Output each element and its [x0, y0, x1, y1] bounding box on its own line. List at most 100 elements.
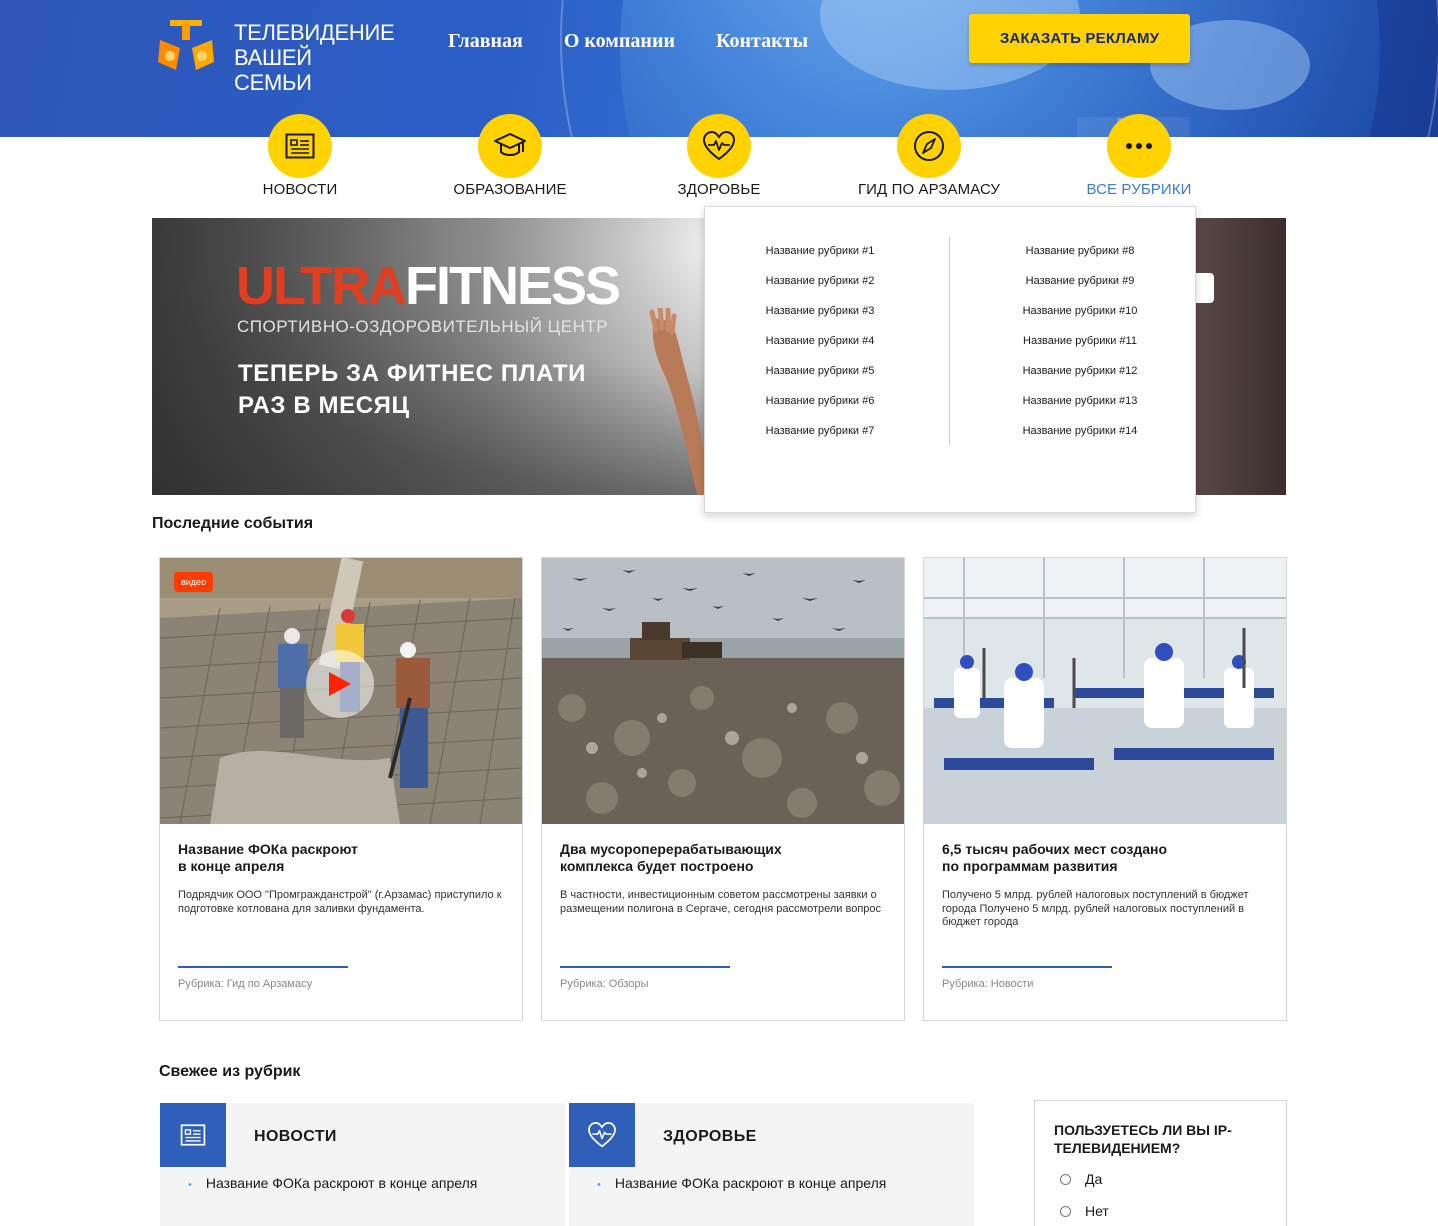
banner-edge	[1192, 218, 1286, 495]
dropdown-item[interactable]: Название рубрики #11	[980, 333, 1180, 363]
category-education[interactable]: ОБРАЗОВАНИЕ	[410, 114, 610, 198]
card-divider	[178, 966, 348, 968]
card-category[interactable]: Рубрика: Обзоры	[560, 978, 648, 990]
latest-section-title: Последние события	[152, 515, 314, 532]
dropdown-item[interactable]: Название рубрики #9	[980, 273, 1180, 303]
dropdown-item[interactable]: Название рубрики #6	[720, 393, 920, 423]
category-all-circle	[1107, 114, 1171, 178]
category-health-circle	[687, 114, 751, 178]
dropdown-item[interactable]: Название рубрики #4	[720, 333, 920, 363]
landfill-photo	[542, 558, 904, 824]
dropdown-item[interactable]: Название рубрики #2	[720, 273, 920, 303]
banner-subtitle: СПОРТИВНО-ОЗДОРОВИТЕЛЬНЫЙ ЦЕНТР	[237, 317, 609, 336]
fresh-block-news: НОВОСТИ Название ФОКа раскроют в конце а…	[160, 1103, 565, 1226]
all-categories-dropdown: Название рубрики #1 Название рубрики #2 …	[704, 206, 1196, 513]
category-label: ГИД ПО АРЗАМАСУ	[857, 181, 1001, 198]
compass-icon	[914, 131, 944, 161]
dropdown-item[interactable]: Название рубрики #12	[980, 363, 1180, 393]
play-button[interactable]	[306, 650, 374, 718]
card-category[interactable]: Рубрика: Гид по Арзамасу	[178, 978, 312, 990]
card-title-line: комплекса будет построено	[560, 858, 754, 874]
card-image-factory[interactable]	[924, 558, 1286, 824]
poll-widget: ПОЛЬЗУЕТЕСЬ ЛИ ВЫ IP-ТЕЛЕВИДЕНИЕМ? Да Не…	[1034, 1100, 1287, 1226]
card-excerpt: В частности, инвестиционным советом расс…	[560, 889, 882, 915]
card-excerpt: Подрядчик ООО "Промгражданстрой" (г.Арза…	[178, 889, 502, 915]
category-health[interactable]: ЗДОРОВЬЕ	[619, 114, 819, 198]
category-label: НОВОСТИ	[262, 181, 338, 198]
news-card[interactable]: 6,5 тысяч рабочих мест создано по програ…	[923, 557, 1287, 1021]
dropdown-divider	[949, 237, 950, 445]
poll-option-label: Нет	[1085, 1203, 1109, 1219]
fresh-health-icon-box	[569, 1103, 635, 1167]
nav-about[interactable]: О компании	[564, 30, 675, 53]
dropdown-column-2: Название рубрики #8 Название рубрики #9 …	[980, 243, 1180, 453]
site-logo[interactable]: ТЕЛЕВИДЕНИЕ ВАШЕЙ СЕМЬИ	[156, 14, 395, 95]
order-ad-button[interactable]: ЗАКАЗАТЬ РЕКЛАМУ	[969, 14, 1190, 63]
poll-option-yes[interactable]: Да	[1060, 1171, 1102, 1187]
dropdown-item[interactable]: Название рубрики #3	[720, 303, 920, 333]
heart-pulse-icon	[588, 1122, 616, 1148]
newspaper-icon	[180, 1124, 206, 1146]
fresh-section-title: Свежее из рубрик	[159, 1063, 301, 1080]
banner-brand: ULTRAFITNESS	[236, 256, 621, 316]
more-dots-icon	[1126, 143, 1152, 149]
radio-button[interactable]	[1060, 1205, 1071, 1217]
category-label: ЗДОРОВЬЕ	[677, 181, 761, 198]
radio-button[interactable]	[1060, 1173, 1071, 1185]
card-divider	[560, 966, 730, 968]
fresh-news-icon-box	[160, 1103, 226, 1167]
fresh-block-title[interactable]: ЗДОРОВЬЕ	[663, 1128, 757, 1146]
dropdown-column-1: Название рубрики #1 Название рубрики #2 …	[720, 243, 920, 453]
heart-pulse-icon	[702, 131, 736, 161]
main-nav: Главная О компании Контакты	[448, 30, 808, 53]
poll-option-label: Да	[1085, 1171, 1103, 1187]
dropdown-item[interactable]: Название рубрики #1	[720, 243, 920, 273]
fresh-list-item[interactable]: Название ФОКа раскроют в конце апреля	[188, 1175, 477, 1191]
logo-line-1: ТЕЛЕВИДЕНИЕ	[234, 20, 395, 45]
fresh-block-title[interactable]: НОВОСТИ	[254, 1128, 337, 1146]
card-title[interactable]: Два мусороперерабатывающих комплекса буд…	[560, 841, 890, 875]
dropdown-item[interactable]: Название рубрики #10	[980, 303, 1180, 333]
poll-option-no[interactable]: Нет	[1060, 1203, 1109, 1219]
poll-question: ПОЛЬЗУЕТЕСЬ ЛИ ВЫ IP-ТЕЛЕВИДЕНИЕМ?	[1054, 1122, 1232, 1156]
video-badge: видео	[174, 572, 214, 592]
news-card[interactable]: Два мусороперерабатывающих комплекса буд…	[541, 557, 905, 1021]
graduation-cap-icon	[494, 133, 526, 156]
fresh-list-item[interactable]: Название ФОКа раскроют в конце апреля	[597, 1175, 886, 1191]
nav-contacts[interactable]: Контакты	[716, 30, 808, 53]
banner-promo-line-2: РАЗ В МЕСЯЦ	[238, 392, 410, 419]
dropdown-item[interactable]: Название рубрики #8	[980, 243, 1180, 273]
category-news[interactable]: НОВОСТИ	[200, 114, 400, 198]
dropdown-item[interactable]: Название рубрики #5	[720, 363, 920, 393]
play-icon	[329, 672, 351, 696]
banner-brand-fitness: FITNESS	[404, 256, 621, 316]
card-category[interactable]: Рубрика: Новости	[942, 978, 1033, 990]
logo-tv-icon	[158, 20, 214, 70]
fresh-block-health: ЗДОРОВЬЕ Название ФОКа раскроют в конце …	[569, 1103, 974, 1226]
category-label: ОБРАЗОВАНИЕ	[453, 181, 567, 198]
dropdown-item[interactable]: Название рубрики #7	[720, 423, 920, 453]
nav-home[interactable]: Главная	[448, 30, 523, 53]
card-title-line: Название ФОКа раскроют	[178, 841, 358, 857]
card-excerpt: Получено 5 млрд. рублей налоговых поступ…	[942, 889, 1249, 928]
card-title[interactable]: 6,5 тысяч рабочих мест создано по програ…	[942, 841, 1272, 875]
category-all[interactable]: ВСЕ РУБРИКИ	[1039, 114, 1239, 198]
card-title-line: Два мусороперерабатывающих	[560, 841, 782, 857]
card-title[interactable]: Название ФОКа раскроют в конце апреля	[178, 841, 508, 875]
card-divider	[942, 966, 1112, 968]
dropdown-item[interactable]: Название рубрики #14	[980, 423, 1180, 453]
category-guide[interactable]: ГИД ПО АРЗАМАСУ	[829, 114, 1029, 198]
news-card[interactable]: видео Название ФОКа раскроют в конце апр…	[159, 557, 523, 1021]
banner-brand-ultra: ULTRA	[236, 256, 407, 316]
dropdown-item[interactable]: Название рубрики #13	[980, 393, 1180, 423]
newspaper-icon	[285, 133, 315, 159]
category-label: ВСЕ РУБРИКИ	[1086, 181, 1192, 198]
logo-line-2: ВАШЕЙ СЕМЬИ	[234, 45, 312, 95]
card-title-line: в конце апреля	[178, 858, 285, 874]
card-image-construction[interactable]: видео	[160, 558, 522, 824]
category-news-circle	[268, 114, 332, 178]
banner-promo: ТЕПЕРЬ ЗА ФИТНЕС ПЛАТИ РАЗ В МЕСЯЦ	[238, 358, 586, 422]
card-image-landfill[interactable]	[542, 558, 904, 824]
category-education-circle	[478, 114, 542, 178]
banner-arm-image	[649, 308, 712, 495]
